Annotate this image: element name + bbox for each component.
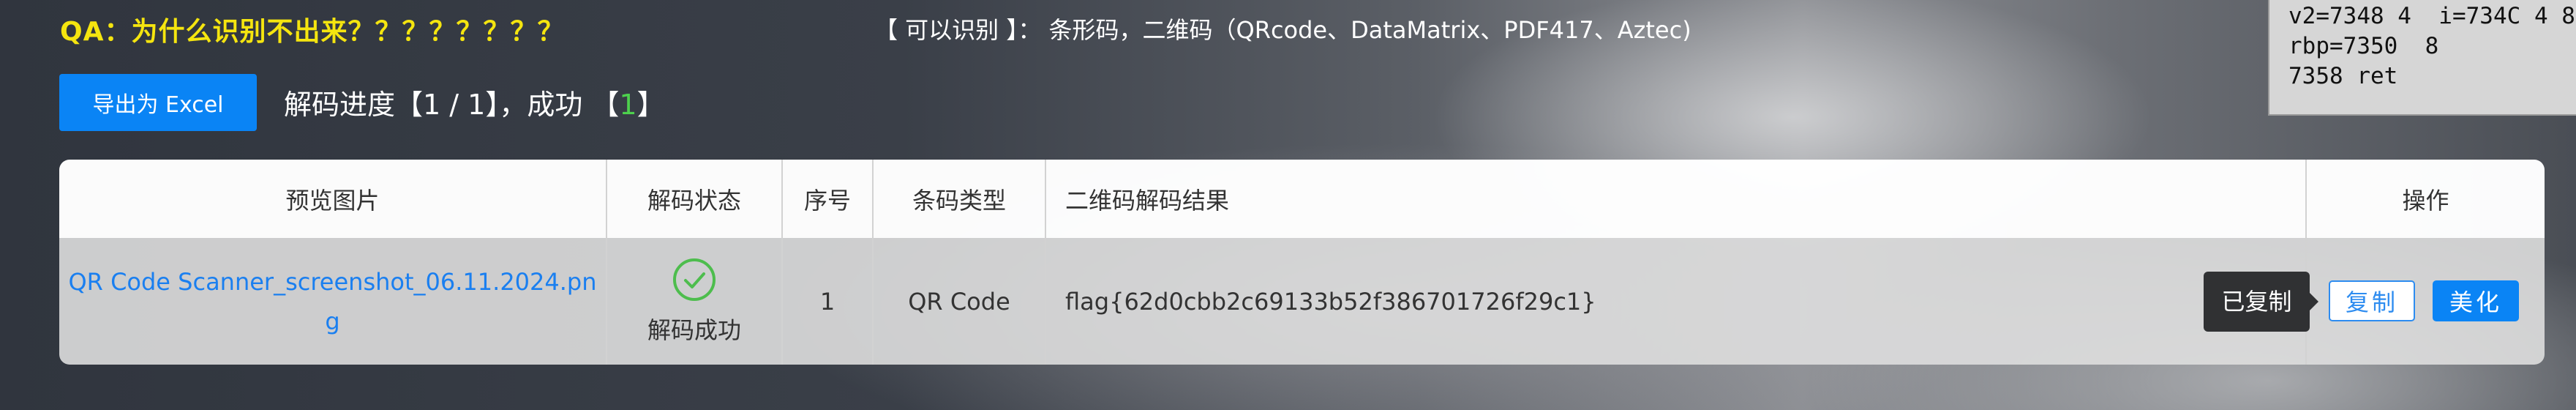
decode-progress: 解码进度【1 / 1】，成功 【1】 xyxy=(284,82,665,122)
table-row: QR Code Scanner_screenshot_06.11.2024.pn… xyxy=(59,238,2545,365)
qa-title: QA：为什么识别不出来？？？？？？？？ xyxy=(60,17,565,47)
export-excel-button[interactable]: 导出为 Excel xyxy=(59,74,257,131)
debug-overlay: v2=7348 4 i=734C 4 8 rbp=7350 8 7358 ret xyxy=(2268,0,2576,116)
check-circle-icon xyxy=(673,258,716,301)
header-result: 二维码解码结果 xyxy=(1045,160,2307,238)
cell-result: flag{62d0cbb2c69133b52f386701726f29c1} xyxy=(1045,238,2307,365)
header-status: 解码状态 xyxy=(607,160,783,238)
results-table: 预览图片 解码状态 序号 条码类型 二维码解码结果 操作 QR Code Sca… xyxy=(59,160,2545,365)
copied-tooltip: 已复制 xyxy=(2204,272,2318,332)
success-count: 1 xyxy=(619,89,637,121)
header-action: 操作 xyxy=(2402,186,2449,215)
cell-index: 1 xyxy=(782,238,874,365)
preview-image-link[interactable]: QR Code Scanner_screenshot_06.11.2024.pn… xyxy=(68,268,596,335)
cell-actions: 已复制 复制 美化 xyxy=(2204,238,2545,365)
cell-type: QR Code xyxy=(873,238,1046,365)
cell-status: 解码成功 xyxy=(607,238,783,365)
header-index: 序号 xyxy=(782,160,874,238)
supported-formats-text: 【 可以识别 】： 条形码，二维码（QRcode、DataMatrix、PDF4… xyxy=(874,16,1691,44)
status-text: 解码成功 xyxy=(647,316,741,344)
cell-preview: QR Code Scanner_screenshot_06.11.2024.pn… xyxy=(59,238,607,365)
copy-button[interactable]: 复制 xyxy=(2329,280,2415,321)
header-type: 条码类型 xyxy=(873,160,1046,238)
table-header-row: 预览图片 解码状态 序号 条码类型 二维码解码结果 操作 xyxy=(59,160,2545,238)
beautify-button[interactable]: 美化 xyxy=(2433,280,2519,321)
progress-prefix: 解码进度【1 / 1】，成功 【 xyxy=(284,89,620,121)
action-group: 已复制 复制 美化 xyxy=(2204,238,2545,365)
progress-suffix: 】 xyxy=(637,89,665,121)
header-preview: 预览图片 xyxy=(59,160,607,238)
